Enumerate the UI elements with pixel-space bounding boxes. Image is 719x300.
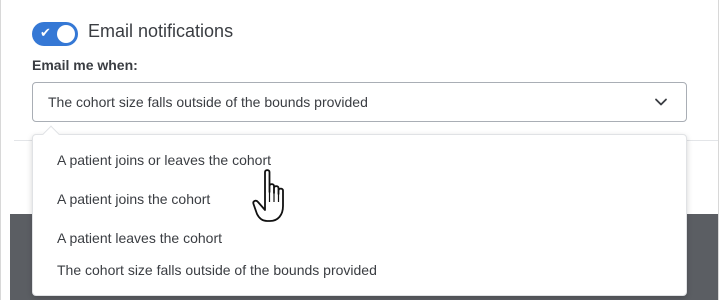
select-dropdown-menu: A patient joins or leaves the cohort A p… — [32, 125, 687, 296]
toggle-label: Email notifications — [88, 21, 234, 41]
frame-border-left — [0, 0, 1, 300]
email-me-when-label: Email me when: — [32, 57, 138, 73]
toggle-knob — [57, 25, 75, 43]
option-size-out-of-bounds[interactable]: The cohort size falls outside of the bou… — [57, 262, 377, 278]
option-joins[interactable]: A patient joins the cohort — [57, 191, 210, 207]
email-notifications-toggle[interactable]: ✔ — [32, 22, 78, 46]
email-trigger-select[interactable]: The cohort size falls outside of the bou… — [32, 82, 687, 122]
chevron-down-icon[interactable] — [654, 95, 668, 109]
option-leaves[interactable]: A patient leaves the cohort — [57, 230, 222, 246]
option-joins-or-leaves[interactable]: A patient joins or leaves the cohort — [57, 152, 271, 168]
select-value: The cohort size falls outside of the bou… — [48, 94, 368, 110]
check-icon: ✔ — [40, 26, 51, 41]
hand-pointer-icon — [252, 169, 284, 222]
